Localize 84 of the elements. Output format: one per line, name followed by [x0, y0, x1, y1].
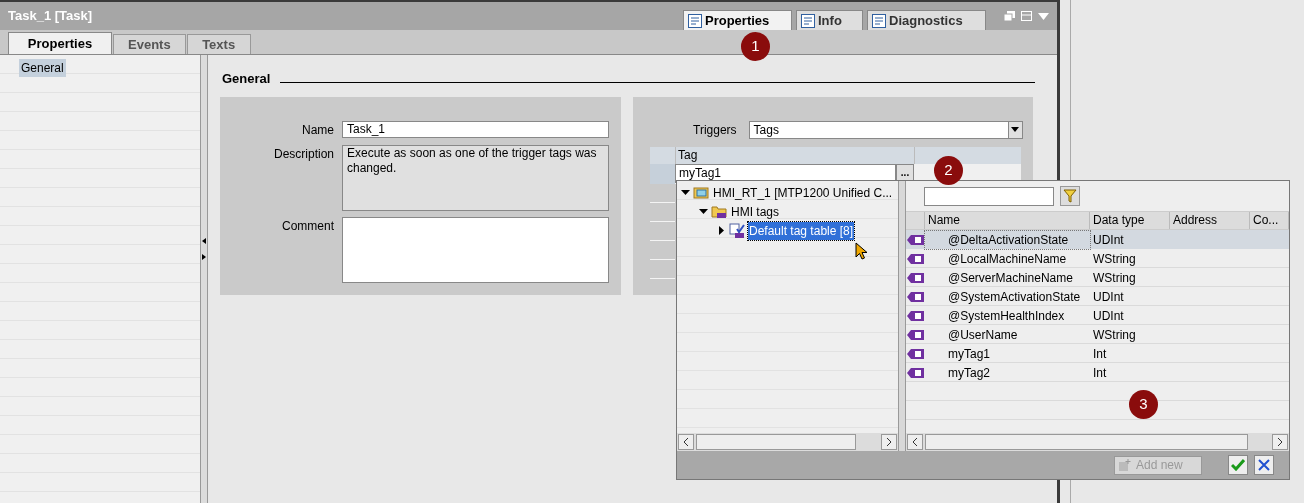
filter-field[interactable]	[924, 186, 1054, 206]
table-cell: @DeltaActivationState	[925, 230, 1090, 249]
tag-icon	[906, 233, 925, 246]
table-cell-text: WString	[1092, 250, 1137, 268]
cancel-button[interactable]	[1254, 455, 1274, 475]
table-cell-text: WString	[1092, 326, 1137, 344]
tab[interactable]: Texts	[186, 34, 251, 54]
table-cell-text: myTag1	[947, 345, 992, 363]
table-row[interactable]: @SystemHealthIndex UDInt	[906, 306, 1289, 325]
tag-icon	[906, 309, 925, 322]
table-cell-text: UDInt	[1092, 288, 1125, 306]
field-label: Name	[301, 121, 334, 139]
row-header	[650, 146, 675, 164]
inspector-tab[interactable]: Properties	[683, 10, 792, 30]
expand-arrow-icon[interactable]	[717, 226, 726, 235]
scroll-right-icon[interactable]	[1272, 434, 1288, 450]
table-cell-text: UDInt	[1092, 231, 1125, 249]
section-heading: General	[222, 70, 271, 88]
device-icon	[693, 184, 709, 201]
column-header: Tag	[675, 146, 915, 164]
description-field: Execute as soon as one of the trigger tags was changed.	[342, 144, 609, 211]
tab[interactable]: Events	[113, 34, 186, 54]
mouse-pointer-icon	[855, 242, 868, 260]
column-header: Address	[1170, 212, 1250, 229]
table-row[interactable]: myTag2 Int	[906, 363, 1289, 382]
tag-icon	[906, 347, 925, 360]
table-cell-text: WString	[1092, 269, 1137, 287]
table-row[interactable]: @UserName WString	[906, 325, 1289, 344]
add-icon	[1118, 458, 1132, 472]
column-header: Co...	[1250, 212, 1289, 229]
table-cell-text: UDInt	[1092, 307, 1125, 325]
name-field[interactable]: Task_1	[342, 120, 609, 138]
table-cell-text: @SystemHealthIndex	[947, 307, 1066, 325]
triggers-dropdown[interactable]: Tags	[748, 120, 1023, 139]
table-cell-text: @LocalMachineName	[947, 250, 1068, 268]
tree-item[interactable]: HMI_RT_1 [MTP1200 Unified C...	[712, 183, 894, 202]
checkmark-icon	[1231, 459, 1245, 471]
inspector-tab[interactable]: Diagnostics	[867, 10, 986, 30]
close-icon	[1258, 459, 1270, 471]
collapse-left-icon[interactable]	[202, 238, 206, 244]
inspector-tab[interactable]: Info	[796, 10, 863, 30]
tree-item[interactable]: Default tag table [8]	[748, 221, 855, 240]
tag-table-icon	[729, 222, 745, 239]
table-cell-text: @ServerMachineName	[947, 269, 1074, 287]
table-cell-text: Int	[1092, 364, 1108, 382]
table-cell-text: Int	[1092, 345, 1108, 363]
column-header: Name	[925, 212, 1090, 229]
nav-item[interactable]: General	[19, 59, 66, 77]
scrollbar-thumb[interactable]	[925, 434, 1248, 450]
table-row[interactable]: @SystemActivationState UDInt	[906, 287, 1289, 306]
filter-icon[interactable]	[1060, 186, 1080, 206]
tag-icon	[906, 290, 925, 303]
tag-icon	[906, 328, 925, 341]
tree-item[interactable]: HMI tags	[730, 202, 780, 221]
table-row[interactable]: @DeltaActivationState UDInt	[906, 230, 1289, 249]
scrollbar-thumb[interactable]	[696, 434, 856, 450]
field-label: Comment	[281, 217, 334, 235]
table-cell-text: @UserName	[947, 326, 1019, 344]
tag-icon	[906, 366, 925, 379]
field-label: Triggers	[693, 121, 737, 139]
expand-right-icon[interactable]	[202, 254, 206, 260]
window-title: Task_1 [Task]	[8, 7, 93, 26]
dock-icon[interactable]	[1021, 11, 1032, 21]
table-cell-text: myTag2	[947, 364, 992, 382]
collapse-arrow-icon[interactable]	[681, 188, 690, 197]
table-row[interactable]: @ServerMachineName WString	[906, 268, 1289, 287]
tag-icon	[906, 271, 925, 284]
column-header: Data type	[1090, 212, 1170, 229]
scroll-right-icon[interactable]	[881, 434, 897, 450]
confirm-button[interactable]	[1228, 455, 1248, 475]
dropdown-icon[interactable]	[1038, 12, 1049, 20]
field-label: Description	[272, 145, 334, 163]
scroll-left-icon[interactable]	[907, 434, 923, 450]
float-window-icon[interactable]	[1004, 11, 1015, 21]
table-row[interactable]: myTag1 Int	[906, 344, 1289, 363]
collapse-arrow-icon[interactable]	[699, 207, 708, 216]
caret-icon	[1011, 127, 1020, 132]
table-row[interactable]: @LocalMachineName WString	[906, 249, 1289, 268]
table-cell-text: @SystemActivationState	[947, 288, 1082, 306]
tab[interactable]: Properties	[8, 32, 112, 54]
folder-icon	[711, 203, 727, 220]
comment-field[interactable]	[342, 216, 609, 283]
scroll-left-icon[interactable]	[678, 434, 694, 450]
tag-icon	[906, 252, 925, 265]
